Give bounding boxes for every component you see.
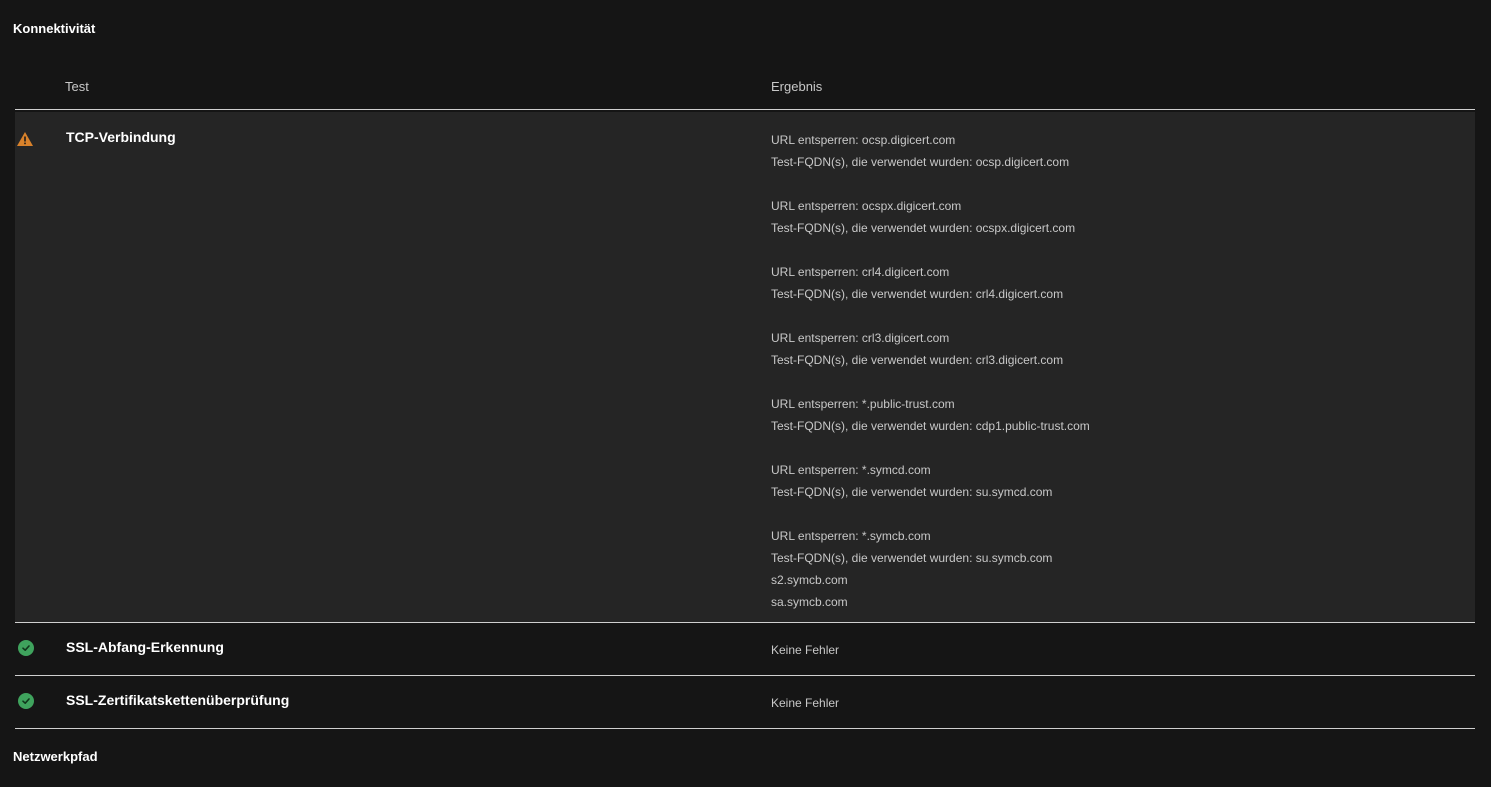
result-line: Test-FQDN(s), die verwendet wurden: ocsp… <box>771 155 1070 169</box>
table-row-tcp-connection[interactable]: TCP-Verbindung URL entsperren: ocsp.digi… <box>15 112 1475 623</box>
result-group: URL entsperren: *.symcb.com Test-FQDN(s)… <box>771 525 1475 613</box>
table-row-ssl-interception[interactable]: SSL-Abfang-Erkennung Keine Fehler <box>15 623 1475 676</box>
connectivity-table: Test Ergebnis TCP-Verbindung URL entsper… <box>15 70 1475 729</box>
check-circle-icon <box>16 693 34 711</box>
result-line: Test-FQDN(s), die verwendet wurden: crl4… <box>771 287 1064 301</box>
result-line: URL entsperren: ocsp.digicert.com <box>771 133 956 147</box>
column-header-result[interactable]: Ergebnis <box>771 79 822 94</box>
result-line: URL entsperren: ocspx.digicert.com <box>771 199 962 213</box>
row-test-name: TCP-Verbindung <box>66 129 176 145</box>
check-circle-icon <box>16 640 34 658</box>
result-group: URL entsperren: *.public-trust.com Test-… <box>771 393 1475 437</box>
result-line: Test-FQDN(s), die verwendet wurden: su.s… <box>771 485 1053 499</box>
result-line: URL entsperren: crl3.digicert.com <box>771 331 950 345</box>
table-row-ssl-certificate-chain[interactable]: SSL-Zertifikatskettenüberprüfung Keine F… <box>15 676 1475 729</box>
result-group: URL entsperren: ocsp.digicert.com Test-F… <box>771 129 1475 173</box>
column-header-test[interactable]: Test <box>65 79 89 94</box>
result-group: URL entsperren: crl4.digicert.com Test-F… <box>771 261 1475 305</box>
row-result: Keine Fehler <box>771 696 840 710</box>
result-group: URL entsperren: *.symcd.com Test-FQDN(s)… <box>771 459 1475 503</box>
result-group: URL entsperren: ocspx.digicert.com Test-… <box>771 195 1475 239</box>
result-line: s2.symcb.com <box>771 573 848 587</box>
result-line: sa.symcb.com <box>771 595 848 609</box>
table-header: Test Ergebnis <box>15 70 1475 110</box>
row-result: URL entsperren: ocsp.digicert.com Test-F… <box>771 112 1475 622</box>
result-line: URL entsperren: crl4.digicert.com <box>771 265 950 279</box>
result-line: URL entsperren: *.symcd.com <box>771 463 931 477</box>
result-group: URL entsperren: crl3.digicert.com Test-F… <box>771 327 1475 371</box>
network-path-section-title: Netzwerkpfad <box>13 749 98 764</box>
result-line: Test-FQDN(s), die verwendet wurden: cdp1… <box>771 419 1090 433</box>
row-test-name: SSL-Zertifikatskettenüberprüfung <box>66 692 290 708</box>
row-result: Keine Fehler <box>771 643 840 657</box>
result-line: Test-FQDN(s), die verwendet wurden: su.s… <box>771 551 1053 565</box>
connectivity-section-title: Konnektivität <box>13 21 96 36</box>
result-line: Test-FQDN(s), die verwendet wurden: crl3… <box>771 353 1064 367</box>
result-line: Test-FQDN(s), die verwendet wurden: ocsp… <box>771 221 1076 235</box>
warning-icon <box>16 130 34 148</box>
result-line: URL entsperren: *.public-trust.com <box>771 397 955 411</box>
row-test-name: SSL-Abfang-Erkennung <box>66 639 224 655</box>
result-line: URL entsperren: *.symcb.com <box>771 529 931 543</box>
connectivity-page: Konnektivität Test Ergebnis TCP-Verbindu… <box>0 0 1491 787</box>
